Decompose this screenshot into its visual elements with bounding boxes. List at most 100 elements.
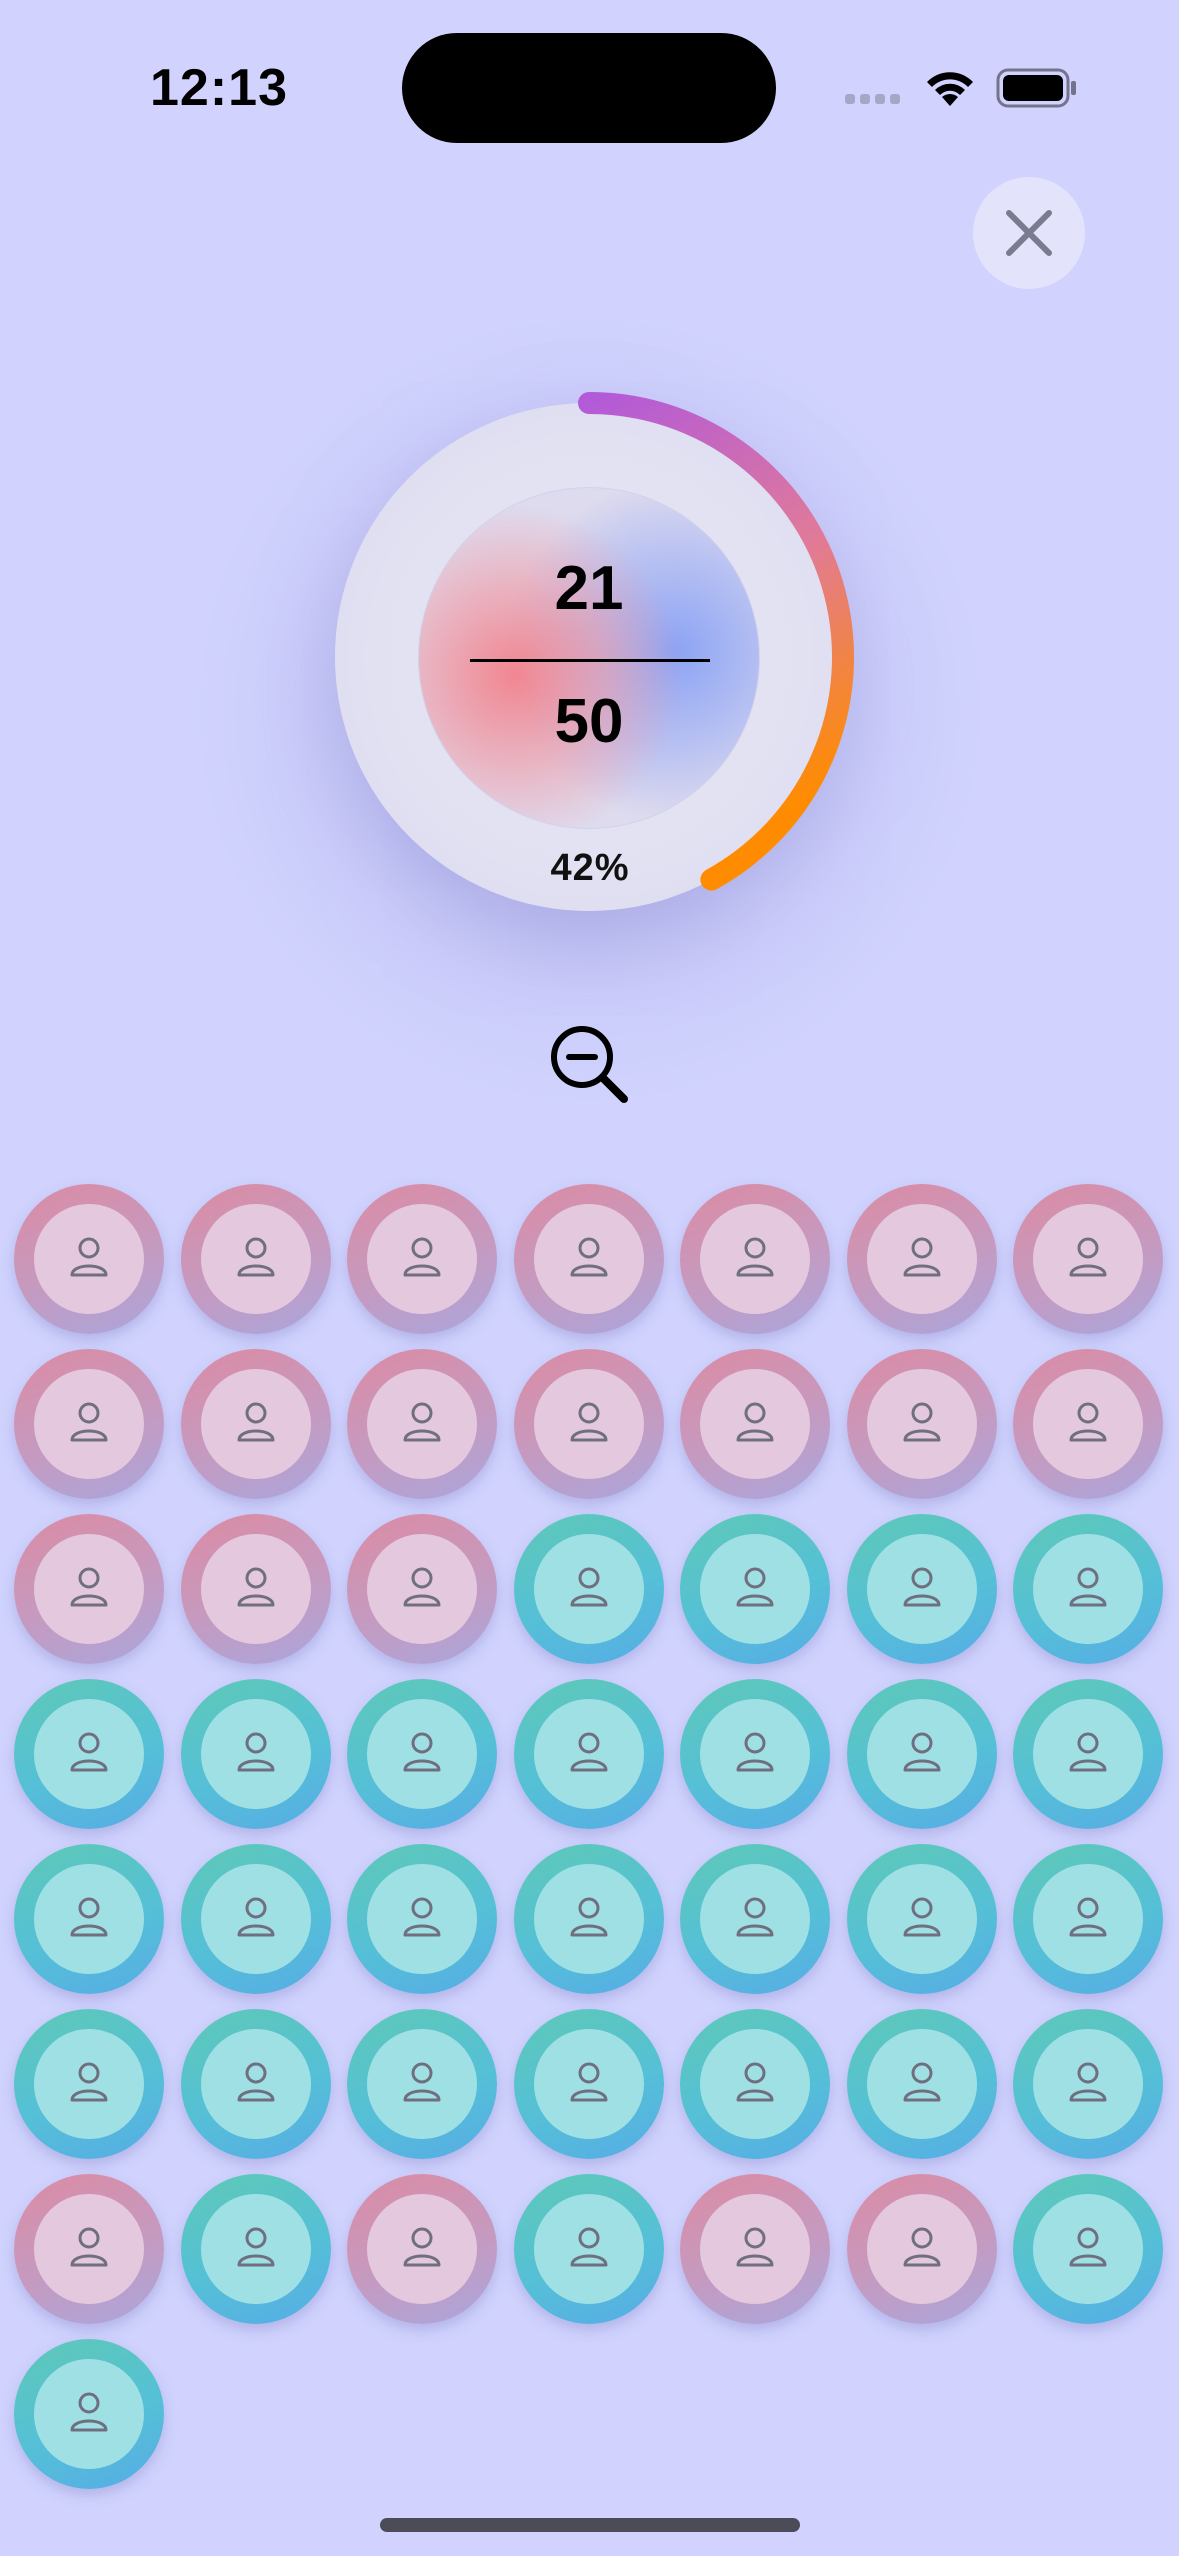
seat-available[interactable]: [680, 1844, 830, 1994]
seat-face: [700, 1534, 810, 1644]
person-icon: [1062, 1726, 1114, 1783]
person-icon: [230, 2221, 282, 2278]
seat-occupied[interactable]: [1013, 1184, 1163, 1334]
seat-occupied[interactable]: [14, 1349, 164, 1499]
person-icon: [63, 2221, 115, 2278]
person-icon: [1062, 1891, 1114, 1948]
seat-available[interactable]: [1013, 2174, 1163, 2324]
seat-available[interactable]: [846, 1679, 997, 1829]
seat-face: [533, 1534, 644, 1644]
person-icon: [729, 1561, 781, 1618]
person-icon: [896, 1561, 948, 1618]
seat-available[interactable]: [513, 1679, 664, 1829]
seat-occupied[interactable]: [680, 1184, 830, 1334]
seat-face: [700, 1864, 810, 1974]
seat-occupied[interactable]: [14, 1514, 164, 1664]
seat-available[interactable]: [14, 2339, 164, 2489]
seat-face: [1033, 2029, 1143, 2139]
seat-occupied[interactable]: [680, 1349, 830, 1499]
person-icon: [729, 1231, 781, 1288]
person-icon: [563, 1396, 615, 1453]
seat-available[interactable]: [513, 2174, 664, 2324]
person-icon: [729, 1396, 781, 1453]
person-icon: [230, 1891, 282, 1948]
seat-occupied[interactable]: [846, 2174, 997, 2324]
person-icon: [396, 1396, 448, 1453]
seat-available[interactable]: [347, 2009, 497, 2159]
seat-available[interactable]: [680, 1514, 830, 1664]
seat-face: [367, 1369, 477, 1479]
seat-face: [34, 1534, 144, 1644]
seat-available[interactable]: [180, 1844, 331, 1994]
seat-face: [367, 2029, 477, 2139]
person-icon: [729, 1726, 781, 1783]
seat-occupied[interactable]: [1013, 1349, 1163, 1499]
person-icon: [63, 2056, 115, 2113]
person-icon: [1062, 1231, 1114, 1288]
seat-face: [200, 1204, 311, 1314]
seat-available[interactable]: [347, 1679, 497, 1829]
seat-face: [533, 2029, 644, 2139]
seat-occupied[interactable]: [846, 1349, 997, 1499]
seat-face: [533, 1699, 644, 1809]
seats-total-count: 50: [554, 687, 624, 756]
person-icon: [896, 1891, 948, 1948]
seat-face: [866, 1204, 977, 1314]
seat-available[interactable]: [1013, 1514, 1163, 1664]
seat-available[interactable]: [1013, 2009, 1163, 2159]
seat-occupied[interactable]: [14, 2174, 164, 2324]
seat-face: [367, 2194, 477, 2304]
person-icon: [230, 1396, 282, 1453]
person-icon: [396, 2221, 448, 2278]
fraction-divider: [470, 659, 710, 662]
seat-available[interactable]: [14, 1679, 164, 1829]
person-icon: [896, 2056, 948, 2113]
seat-available[interactable]: [846, 2009, 997, 2159]
seat-occupied[interactable]: [347, 1514, 497, 1664]
seat-occupied[interactable]: [347, 1184, 497, 1334]
seat-available[interactable]: [14, 2009, 164, 2159]
seat-face: [700, 2194, 810, 2304]
seat-occupied[interactable]: [680, 2174, 830, 2324]
person-icon: [729, 1891, 781, 1948]
seat-face: [200, 1534, 311, 1644]
person-icon: [396, 1726, 448, 1783]
person-icon: [563, 1231, 615, 1288]
seat-occupied[interactable]: [347, 2174, 497, 2324]
seat-face: [533, 2194, 644, 2304]
seat-available[interactable]: [680, 1679, 830, 1829]
seat-face: [200, 1699, 311, 1809]
seat-available[interactable]: [1013, 1679, 1163, 1829]
zoom-out-button[interactable]: [540, 1015, 640, 1115]
seat-available[interactable]: [180, 1679, 331, 1829]
seat-face: [533, 1864, 644, 1974]
seat-available[interactable]: [513, 2009, 664, 2159]
seat-available[interactable]: [180, 2174, 331, 2324]
seat-available[interactable]: [14, 1844, 164, 1994]
seat-occupied[interactable]: [180, 1184, 331, 1334]
seat-available[interactable]: [680, 2009, 830, 2159]
seat-occupied[interactable]: [180, 1514, 331, 1664]
seat-available[interactable]: [347, 1844, 497, 1994]
person-icon: [1062, 2221, 1114, 2278]
person-icon: [63, 1726, 115, 1783]
seat-face: [700, 1369, 810, 1479]
seat-available[interactable]: [846, 1514, 997, 1664]
seat-face: [34, 1204, 144, 1314]
person-icon: [729, 2056, 781, 2113]
person-icon: [896, 1396, 948, 1453]
seat-available[interactable]: [513, 1844, 664, 1994]
seat-occupied[interactable]: [347, 1349, 497, 1499]
seat-available[interactable]: [513, 1514, 664, 1664]
seat-occupied[interactable]: [846, 1184, 997, 1334]
seat-face: [34, 2194, 144, 2304]
seat-available[interactable]: [846, 1844, 997, 1994]
seat-available[interactable]: [180, 2009, 331, 2159]
seat-occupied[interactable]: [180, 1349, 331, 1499]
seat-occupied[interactable]: [513, 1184, 664, 1334]
seat-occupied[interactable]: [513, 1349, 664, 1499]
seat-occupied[interactable]: [14, 1184, 164, 1334]
seat-face: [1033, 1864, 1143, 1974]
seat-available[interactable]: [1013, 1844, 1163, 1994]
seat-face: [34, 2029, 144, 2139]
